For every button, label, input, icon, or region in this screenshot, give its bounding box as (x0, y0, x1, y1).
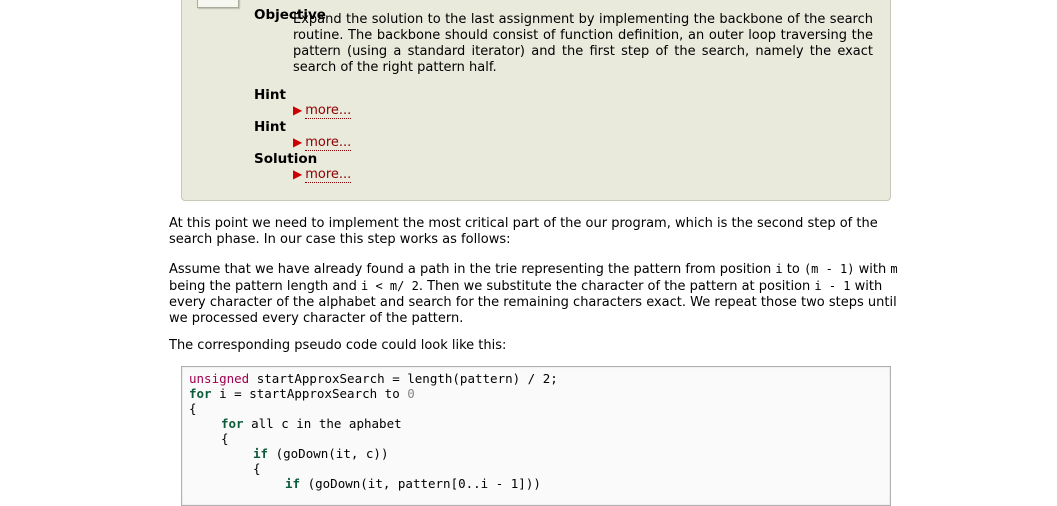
text-run: to (782, 262, 804, 277)
more-link-text: more... (305, 103, 352, 119)
hint-label-2: Hint (254, 119, 286, 135)
objective-text: Expand the solution to the last assignme… (293, 12, 873, 75)
hint-label-1: Hint (254, 87, 286, 103)
code-text: (goDown(it, c)) (268, 446, 389, 461)
code-text: (goDown(it, pattern[0..i - 1])) (300, 476, 541, 491)
code-text: all c in the aphabet (243, 416, 402, 431)
hint-1-more-link[interactable]: ▶ more... (293, 103, 352, 119)
more-link-text: more... (305, 135, 352, 151)
paragraph-pseudocode-intro: The corresponding pseudo code could look… (169, 338, 507, 353)
text-run: . Then we substitute the character of th… (418, 279, 815, 294)
code-line-2: for i = startApproxSearch to 0 (189, 386, 415, 401)
code-line-1: unsigned startApproxSearch = length(patt… (189, 371, 558, 386)
code-number: 0 (407, 386, 415, 401)
code-keyword: for (221, 416, 244, 431)
assignment-box: Objective Expand the solution to the las… (181, 0, 891, 201)
assignment-icon (197, 0, 239, 8)
inline-code: m (890, 262, 898, 276)
paragraph-algorithm: Assume that we have already found a path… (169, 261, 904, 327)
code-keyword: if (253, 446, 269, 461)
code-line-3: { (189, 401, 197, 416)
solution-more-link[interactable]: ▶ more... (293, 167, 352, 183)
text-run: Assume that we have already found a path… (169, 262, 776, 277)
more-link-text: more... (305, 167, 352, 183)
code-text: startApproxSearch = length(pattern) / 2; (249, 371, 558, 386)
inline-code: i < m/ 2 (361, 279, 419, 293)
code-keyword: for (189, 386, 212, 401)
hint-2-more-link[interactable]: ▶ more... (293, 135, 352, 151)
expand-triangle-icon: ▶ (293, 135, 303, 149)
paragraph-intro: At this point we need to implement the m… (169, 216, 878, 247)
expand-triangle-icon: ▶ (293, 103, 303, 117)
code-line-6: if (goDown(it, c)) (253, 446, 388, 461)
solution-label: Solution (254, 151, 318, 167)
code-keyword: if (285, 476, 301, 491)
code-block: unsigned startApproxSearch = length(patt… (181, 366, 891, 506)
inline-code: i - 1 (814, 279, 851, 293)
code-line-5: { (221, 431, 229, 446)
inline-code: i (775, 262, 783, 276)
code-line-8: if (goDown(it, pattern[0..i - 1])) (285, 476, 541, 491)
code-line-7: { (253, 461, 261, 476)
code-text: i = startApproxSearch to (211, 386, 408, 401)
text-run: with (854, 262, 891, 277)
code-line-4: for all c in the aphabet (221, 416, 402, 431)
inline-code: (m - 1) (803, 262, 855, 276)
expand-triangle-icon: ▶ (293, 167, 303, 181)
code-keyword: unsigned (189, 371, 250, 386)
text-run: being the pattern length and (169, 279, 362, 294)
